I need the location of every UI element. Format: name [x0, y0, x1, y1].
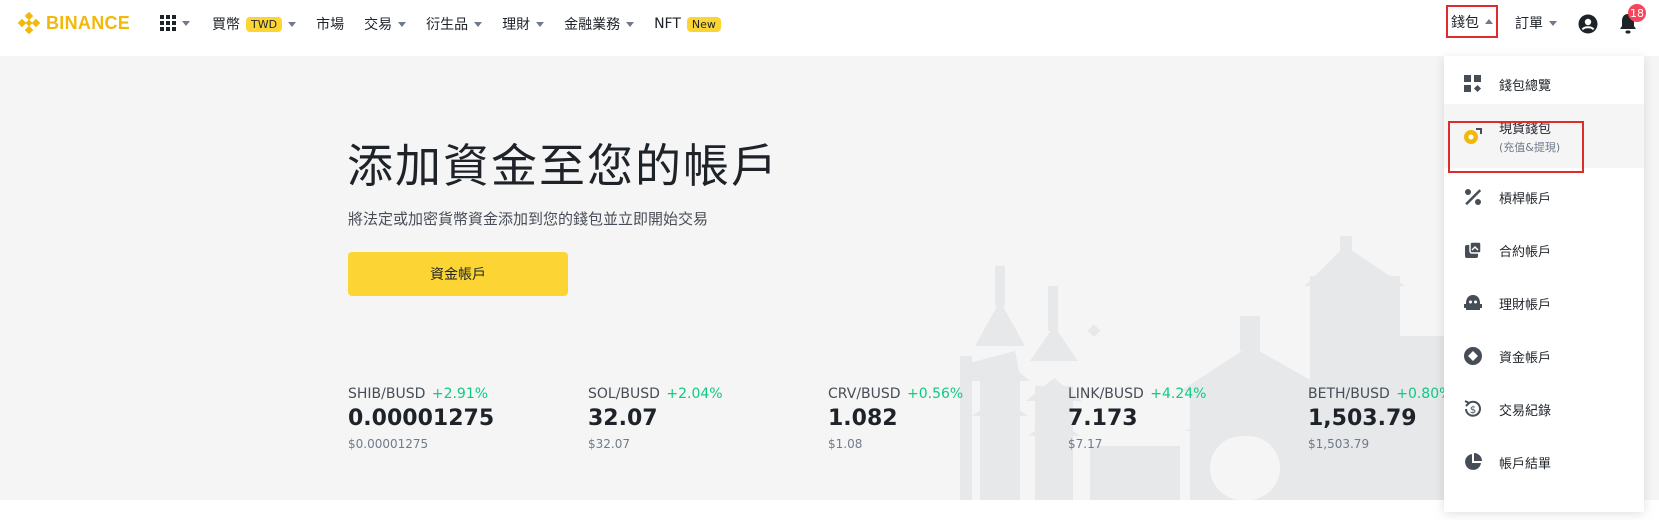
- nav-markets[interactable]: 市場: [316, 14, 344, 34]
- menu-item-futures-account[interactable]: 合約帳戶: [1444, 222, 1644, 278]
- ticker-pair-row: CRV/BUSD +0.56%: [828, 386, 1068, 402]
- orders-label: 訂單: [1515, 16, 1543, 32]
- menu-item-label: 槓桿帳戶: [1499, 191, 1552, 207]
- ticker-change: +2.91%: [431, 386, 489, 402]
- chevron-down-icon: [536, 21, 545, 27]
- menu-item-label: 錢包總覽: [1499, 78, 1552, 94]
- ticker-change: +4.24%: [1150, 386, 1207, 402]
- hero-section: 添加資金至您的帳戶 將法定或加密貨幣資金添加到您的錢包並立即開始交易 資金帳戶 …: [0, 56, 1659, 500]
- user-account-icon[interactable]: [1578, 14, 1598, 38]
- futures-icon: [1462, 239, 1484, 261]
- chevron-down-icon: [626, 21, 635, 27]
- grid-icon: [1462, 73, 1484, 95]
- nav-label: 金融業務: [564, 17, 621, 33]
- ticker-card[interactable]: SHIB/BUSD +2.91% 0.00001275 $0.00001275: [348, 386, 588, 451]
- ticker-pair-row: SOL/BUSD +2.04%: [588, 386, 828, 402]
- nav-label: 衍生品: [426, 17, 469, 33]
- ticker-pair: SOL/BUSD: [588, 386, 660, 402]
- menu-item-label: 交易紀錄: [1499, 403, 1552, 419]
- chevron-up-icon: [1485, 19, 1493, 24]
- percent-icon: [1462, 186, 1484, 208]
- city-skyline-illustration: [960, 236, 1460, 500]
- ticker-pair: CRV/BUSD: [828, 386, 901, 402]
- notification-count-badge: 18: [1628, 4, 1646, 22]
- main-nav: 買幣 TWD 市場 交易 衍生品 理財 金融業務 NFT New: [212, 0, 721, 48]
- nav-label: NFT: [654, 16, 681, 32]
- top-navbar: BINANCE 買幣 TWD 市場 交易 衍生品 理財 金融業務 NFT New…: [0, 0, 1659, 56]
- menu-item-earn-account[interactable]: 理財帳戶: [1444, 275, 1644, 331]
- nav-label: 交易: [364, 17, 393, 33]
- chevron-down-icon: [474, 21, 483, 27]
- chevron-down-icon: [182, 20, 190, 26]
- nav-trade[interactable]: 交易: [364, 14, 407, 34]
- ticker-usd-price: $7.17: [1068, 437, 1103, 451]
- svg-text:$: $: [1470, 405, 1476, 416]
- apps-menu-button[interactable]: [160, 15, 190, 31]
- nav-label: 市場: [316, 17, 345, 33]
- funding-icon: [1462, 345, 1484, 367]
- nav-label: 買幣: [212, 17, 240, 33]
- ticker-card[interactable]: CRV/BUSD +0.56% 1.082 $1.08: [828, 386, 1068, 451]
- ticker-price: 32.07: [588, 406, 658, 431]
- highlight-box-spot-wallet: [1448, 121, 1584, 173]
- earn-icon: [1462, 292, 1484, 314]
- menu-item-funding-account[interactable]: 資金帳戶: [1444, 328, 1644, 384]
- nav-earn[interactable]: 理財: [502, 14, 545, 34]
- statement-pie-icon: [1462, 451, 1484, 473]
- ticker-pair: SHIB/BUSD: [348, 386, 426, 402]
- menu-item-margin-account[interactable]: 槓桿帳戶: [1444, 169, 1644, 225]
- hero-subtitle: 將法定或加密貨幣資金添加到您的錢包並立即開始交易: [348, 210, 709, 228]
- market-tickers: SHIB/BUSD +2.91% 0.00001275 $0.00001275 …: [348, 386, 1548, 451]
- chevron-down-icon: [398, 21, 407, 27]
- menu-item-label: 理財帳戶: [1499, 297, 1552, 313]
- ticker-change: +2.04%: [666, 386, 723, 402]
- menu-item-label: 帳戶結單: [1499, 456, 1552, 472]
- ticker-pair: BETH/BUSD: [1308, 386, 1390, 402]
- nav-finance[interactable]: 金融業務: [564, 14, 635, 34]
- nav-derivatives[interactable]: 衍生品: [426, 14, 483, 34]
- currency-badge: TWD: [246, 16, 283, 32]
- grid-apps-icon: [160, 15, 176, 31]
- binance-logo[interactable]: BINANCE: [18, 12, 130, 34]
- funding-account-button[interactable]: 資金帳戶: [348, 252, 568, 296]
- ticker-price: 0.00001275: [348, 406, 495, 431]
- ticker-card[interactable]: LINK/BUSD +4.24% 7.173 $7.17: [1068, 386, 1308, 451]
- ticker-pair-row: LINK/BUSD +4.24%: [1068, 386, 1308, 402]
- ticker-price: 1.082: [828, 406, 898, 431]
- transaction-history-icon: $: [1462, 398, 1484, 420]
- menu-item-transaction-history[interactable]: $ 交易紀錄: [1444, 381, 1644, 437]
- ticker-pair: LINK/BUSD: [1068, 386, 1144, 402]
- ticker-card[interactable]: SOL/BUSD +2.04% 32.07 $32.07: [588, 386, 828, 451]
- menu-item-label: 合約帳戶: [1499, 244, 1552, 260]
- wallet-menu-button[interactable]: 錢包: [1446, 5, 1498, 38]
- ticker-usd-price: $0.00001275: [348, 437, 429, 451]
- new-badge: New: [686, 16, 721, 32]
- brand-name: BINANCE: [46, 12, 131, 33]
- chevron-down-icon: [1549, 20, 1557, 26]
- ticker-change: +0.56%: [907, 386, 964, 402]
- wallet-label: 錢包: [1451, 14, 1479, 31]
- orders-menu-button[interactable]: 訂單: [1515, 13, 1557, 33]
- nav-nft[interactable]: NFT New: [654, 16, 721, 32]
- hero-title: 添加資金至您的帳戶: [347, 139, 779, 193]
- content-card-edge: [0, 500, 1659, 520]
- chevron-down-icon: [288, 21, 297, 27]
- ticker-usd-price: $1.08: [828, 437, 863, 451]
- nav-buy-crypto[interactable]: 買幣 TWD: [212, 14, 297, 34]
- binance-logo-icon: [18, 12, 40, 34]
- menu-item-label: 資金帳戶: [1499, 350, 1552, 366]
- nav-label: 理財: [502, 17, 531, 33]
- ticker-price: 7.173: [1068, 406, 1138, 431]
- ticker-pair-row: SHIB/BUSD +2.91%: [348, 386, 588, 402]
- menu-item-account-statement[interactable]: 帳戶結單: [1444, 434, 1644, 490]
- wallet-dropdown-menu: 錢包總覽 現貨錢包 (充值&提現) 槓桿帳戶 合約帳戶 理財帳戶 資金帳戶 $ …: [1444, 56, 1644, 512]
- ticker-usd-price: $32.07: [588, 437, 630, 451]
